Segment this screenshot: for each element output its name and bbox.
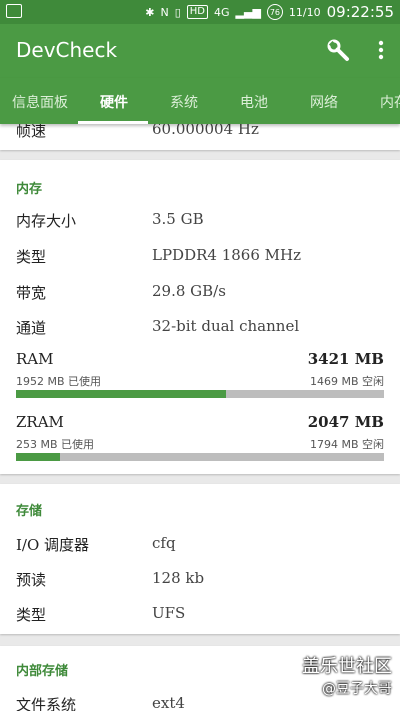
content-scroll[interactable]: 帧速 60.000004 Hz 内存 内存大小 3.5 GB 类型 LPDDR4… [0,124,400,711]
tab-bar: 信息面板 硬件 系统 电池 网络 内存 [0,78,400,124]
wrench-icon[interactable] [326,38,350,62]
ram-usage-fill [16,390,226,398]
read-ahead-label: 预读 [16,571,47,589]
tab-dashboard[interactable]: 信息面板 [12,92,68,112]
tab-network[interactable]: 网络 [310,92,338,112]
frame-rate-label: 帧速 [16,124,47,140]
watermark-title: 盖乐世社区 [302,656,392,677]
internal-storage-title: 内部存储 [16,664,69,679]
zram-total: 2047 MB [307,413,384,431]
app-bar: DevCheck [0,24,400,78]
channel-label: 通道 [16,319,47,337]
battery-indicator: 76 [266,4,283,20]
io-scheduler-label: I/O 调度器 [16,536,90,554]
memory-size-label: 内存大小 [16,212,77,230]
app-title: DevCheck [16,38,118,62]
screenshot-icon [6,4,22,18]
vibrate-icon: ▯ [174,5,181,19]
io-scheduler-value: cfq [152,534,176,552]
ram-total: 3421 MB [307,350,384,368]
nfc-icon: N [160,5,169,19]
channel-value: 32-bit dual channel [152,317,300,335]
more-options-icon[interactable] [374,38,388,62]
storage-card: 存储 I/O 调度器 cfq 预读 128 kb 类型 UFS [0,484,400,634]
status-icons: ✱ N ▯ HD 4G ▂▄▆ 76 11/10 09:22:55 [145,3,394,21]
ram-used: 1952 MB 已使用 [16,375,102,388]
ram-free: 1469 MB 空闲 [309,375,384,388]
tab-system[interactable]: 系统 [170,92,198,112]
filesystem-label: 文件系统 [16,696,77,711]
zram-usage-fill [16,453,61,461]
storage-section-title: 存储 [16,504,43,519]
tab-hardware[interactable]: 硬件 [100,92,128,112]
bluetooth-icon: ✱ [145,5,155,19]
status-date: 11/10 [288,5,321,19]
zram-label: ZRAM [16,413,64,431]
memory-card: 内存 内存大小 3.5 GB 类型 LPDDR4 1866 MHz 带宽 29.… [0,160,400,474]
display-card-partial: 帧速 60.000004 Hz [0,124,400,150]
status-time: 09:22:55 [326,3,394,21]
storage-type-label: 类型 [16,606,47,624]
memory-type-label: 类型 [16,248,47,266]
filesystem-value: ext4 [152,694,185,711]
hd-badge: HD [186,5,208,19]
watermark-user: @豆子大哥 [322,681,392,697]
zram-usage-bar [16,453,384,461]
network-type: 4G [214,5,230,19]
frame-rate-value: 60.000004 Hz [152,124,259,138]
signal-icon: ▂▄▆ [235,5,261,19]
tab-memory[interactable]: 内存 [380,92,400,112]
read-ahead-value: 128 kb [152,569,205,587]
bandwidth-label: 带宽 [16,284,47,302]
storage-type-value: UFS [152,604,186,622]
memory-type-value: LPDDR4 1866 MHz [152,246,301,264]
zram-free: 1794 MB 空闲 [309,438,384,451]
bandwidth-value: 29.8 GB/s [152,282,226,300]
tab-battery[interactable]: 电池 [240,92,268,112]
memory-size-value: 3.5 GB [152,210,204,228]
status-bar: ✱ N ▯ HD 4G ▂▄▆ 76 11/10 09:22:55 [0,0,400,24]
ram-label: RAM [16,350,54,368]
ram-usage-bar [16,390,384,398]
memory-section-title: 内存 [16,182,43,197]
tab-indicator [78,121,148,124]
zram-used: 253 MB 已使用 [16,438,95,451]
